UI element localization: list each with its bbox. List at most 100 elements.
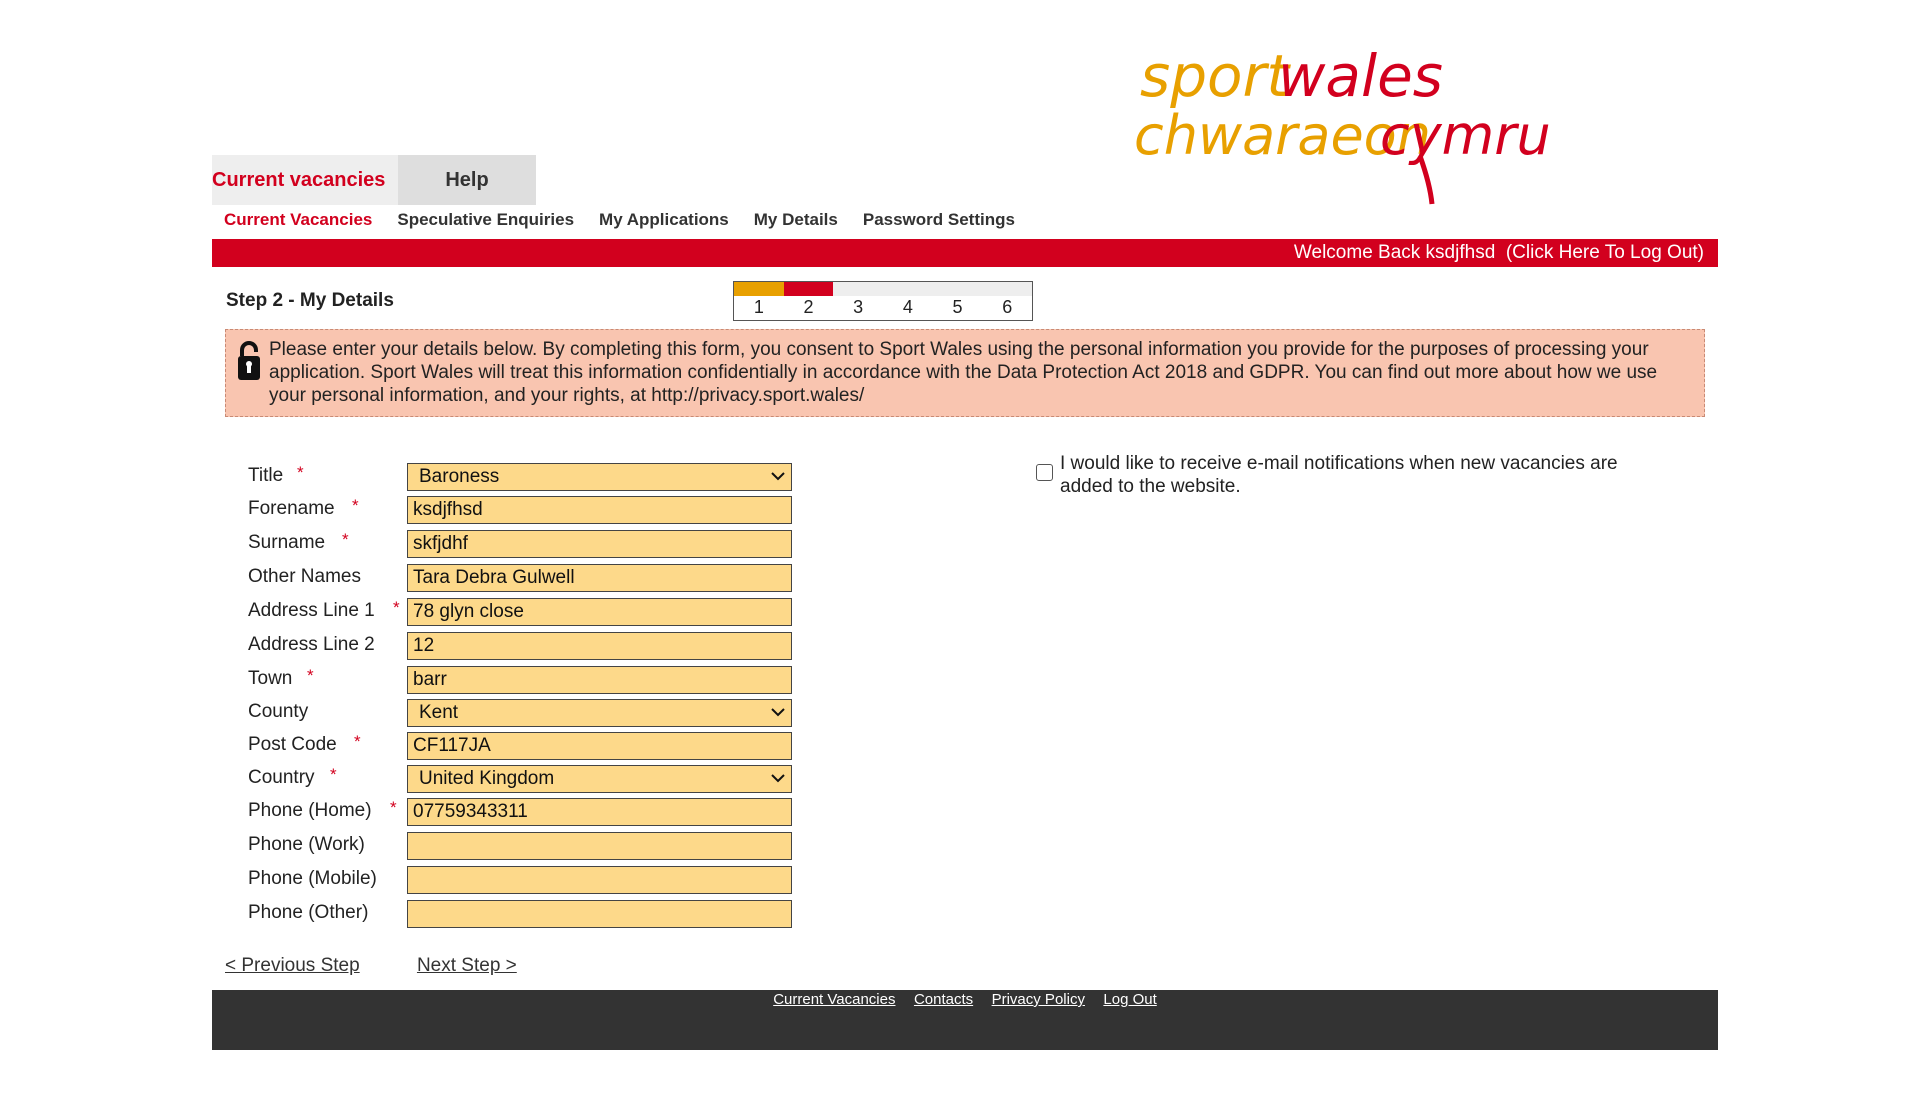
- field-value: barr: [413, 669, 447, 690]
- notification-checkbox[interactable]: [1036, 464, 1053, 481]
- form-row: Phone (Mobile): [248, 866, 808, 894]
- step-number: 6: [1002, 297, 1013, 317]
- notice-text: Please enter your details below. By comp…: [269, 339, 1658, 406]
- progress-segment-6: [982, 282, 1033, 296]
- step-number: 1: [753, 297, 764, 317]
- form-row: Country * United Kingdom: [248, 765, 808, 793]
- required-marker: *: [330, 765, 337, 784]
- logo-text-cymru: cymru: [1380, 104, 1550, 167]
- welcome-bar: Welcome Back ksdjfhsd (Click Here To Log…: [212, 239, 1718, 267]
- required-marker: *: [297, 463, 304, 482]
- subnav-speculative-enquiries[interactable]: Speculative Enquiries: [397, 210, 574, 230]
- sport-wales-logo: sport wales chwaraeon cymru: [1134, 42, 1550, 205]
- text-field[interactable]: 12: [407, 632, 792, 660]
- page: sport wales chwaraeon cymru Current vaca…: [0, 0, 1920, 1107]
- form-row: County Kent: [248, 699, 808, 727]
- field-label: Title: [248, 465, 284, 486]
- footer-link-contacts[interactable]: Contacts: [914, 991, 973, 1008]
- text-field[interactable]: 78 glyn close: [407, 598, 792, 626]
- form-row: Other Names Tara Debra Gulwell: [248, 564, 808, 592]
- field-value: ksdjfhsd: [413, 499, 483, 520]
- form-row: Address Line 1 * 78 glyn close: [248, 598, 808, 626]
- progress-bar: [734, 282, 1033, 296]
- text-field[interactable]: skfjdhf: [407, 530, 792, 558]
- field-label: Phone (Other): [248, 902, 369, 923]
- required-marker: *: [342, 530, 349, 549]
- form-row: Forename * ksdjfhsd: [248, 496, 808, 524]
- form-row: Town * barr: [248, 666, 808, 694]
- text-field[interactable]: [407, 900, 792, 928]
- field-label: Forename: [248, 498, 335, 519]
- field-label: Post Code: [248, 734, 337, 755]
- privacy-notice: Please enter your details below. By comp…: [225, 329, 1705, 417]
- required-marker: *: [307, 666, 314, 685]
- previous-step-link[interactable]: < Previous Step: [225, 955, 360, 976]
- field-label: County: [248, 701, 309, 722]
- subnav-current-vacancies[interactable]: Current Vacancies: [224, 210, 372, 230]
- chevron-down-icon: [771, 774, 785, 783]
- logo-text-wales: wales: [1278, 42, 1443, 110]
- text-field[interactable]: CF117JA: [407, 732, 792, 760]
- progress-segment-2: [783, 282, 834, 296]
- required-marker: *: [352, 496, 359, 515]
- text-field[interactable]: [407, 866, 792, 894]
- field-label: Town: [248, 668, 293, 689]
- step-number: 5: [952, 297, 963, 317]
- form-row: Phone (Work): [248, 832, 808, 860]
- select-field[interactable]: United Kingdom: [407, 765, 792, 793]
- chevron-down-icon: [771, 472, 785, 481]
- field-value: Tara Debra Gulwell: [413, 567, 575, 588]
- field-value: Baroness: [419, 466, 500, 487]
- field-label: Phone (Home): [248, 800, 372, 821]
- text-field[interactable]: Tara Debra Gulwell: [407, 564, 792, 592]
- welcome-text: Welcome Back ksdjfhsd: [1293, 242, 1496, 263]
- field-value: 12: [413, 635, 435, 656]
- field-label: Address Line 2: [248, 634, 375, 655]
- sub-nav: Current Vacancies Speculative Enquiries …: [224, 210, 1040, 230]
- footer-link-privacy-policy[interactable]: Privacy Policy: [992, 991, 1085, 1008]
- field-value: 07759343311: [413, 801, 528, 822]
- step-number: 3: [853, 297, 864, 317]
- step-progress: 1 2 3 4 5 6: [733, 281, 1033, 321]
- step-number: 2: [803, 297, 814, 317]
- subnav-password-settings[interactable]: Password Settings: [863, 210, 1015, 230]
- form-row: Post Code * CF117JA: [248, 732, 808, 760]
- select-field[interactable]: Baroness: [407, 463, 792, 491]
- form-row: Phone (Other): [248, 900, 808, 928]
- field-label: Country: [248, 767, 315, 788]
- tab-current-vacancies[interactable]: Current vacancies: [212, 155, 398, 205]
- footer-link-log-out[interactable]: Log Out: [1103, 991, 1156, 1008]
- subnav-my-applications[interactable]: My Applications: [599, 210, 729, 230]
- next-step-link[interactable]: Next Step >: [417, 955, 517, 976]
- field-value: 78 glyn close: [413, 601, 524, 622]
- tab-help[interactable]: Help: [398, 155, 536, 205]
- field-value: Kent: [419, 702, 459, 723]
- field-label: Other Names: [248, 566, 361, 587]
- select-field[interactable]: Kent: [407, 699, 792, 727]
- field-value: skfjdhf: [413, 533, 468, 554]
- text-field[interactable]: barr: [407, 666, 792, 694]
- padlock-icon: [238, 341, 260, 380]
- required-marker: *: [393, 598, 400, 617]
- field-value: CF117JA: [413, 735, 491, 756]
- step-title: Step 2 - My Details: [226, 290, 394, 311]
- field-label: Phone (Work): [248, 834, 365, 855]
- progress-segment-5: [932, 282, 983, 296]
- step-navigation: < Previous Step Next Step >: [225, 955, 569, 977]
- notification-label: I would like to receive e-mail notificat…: [1060, 453, 1618, 497]
- progress-numbers: 1 2 3 4 5 6: [734, 297, 1032, 318]
- required-marker: *: [390, 798, 397, 817]
- progress-segment-3: [833, 282, 884, 296]
- text-field[interactable]: [407, 832, 792, 860]
- progress-segment-4: [883, 282, 933, 296]
- footer-link-current-vacancies[interactable]: Current Vacancies: [773, 991, 895, 1008]
- progress-segment-1: [734, 282, 784, 296]
- subnav-my-details[interactable]: My Details: [754, 210, 838, 230]
- text-field[interactable]: 07759343311: [407, 798, 792, 826]
- logo-text-sport: sport: [1140, 42, 1291, 110]
- text-field[interactable]: ksdjfhsd: [407, 496, 792, 524]
- top-tabs: Current vacancies Help: [212, 155, 536, 205]
- required-marker: *: [354, 732, 361, 751]
- chevron-down-icon: [771, 708, 785, 717]
- logout-link[interactable]: (Click Here To Log Out): [1506, 242, 1704, 263]
